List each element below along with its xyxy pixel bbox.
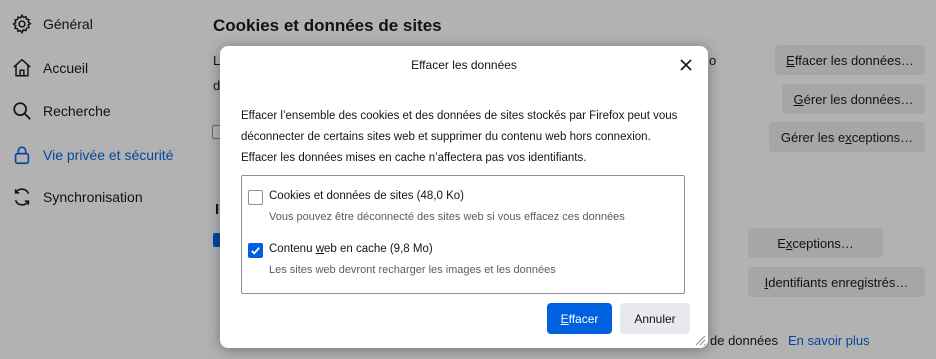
checkmark-icon [251,247,260,255]
cookies-checkbox[interactable] [248,190,263,205]
cookies-sublabel: Vous pouvez être déconnecté des sites we… [269,211,625,223]
clear-button[interactable]: Effacer [547,303,612,334]
close-icon [680,59,692,71]
cache-label: Contenu web en cache (9,8 Mo) [269,243,433,255]
cache-sublabel: Les sites web devront recharger les imag… [269,264,556,276]
cancel-button[interactable]: Annuler [620,303,690,334]
dialog-description: Effacer l’ensemble des cookies et des do… [241,106,691,169]
dialog-title: Effacer les données [411,58,517,72]
cache-checkbox[interactable] [248,243,263,258]
options-group: Cookies et données de sites (48,0 Ko) Vo… [241,175,685,294]
resize-grip-icon[interactable] [694,334,706,346]
description-line: Effacer les données mises en cache n’aff… [241,152,587,164]
description-line: Effacer l’ensemble des cookies et des do… [241,110,678,122]
description-line: déconnecter de certains sites web et sup… [241,131,651,143]
cookies-label: Cookies et données de sites (48,0 Ko) [269,190,464,202]
clear-data-dialog: Effacer les données Effacer l’ensemble d… [220,46,708,348]
close-button[interactable] [676,55,696,75]
